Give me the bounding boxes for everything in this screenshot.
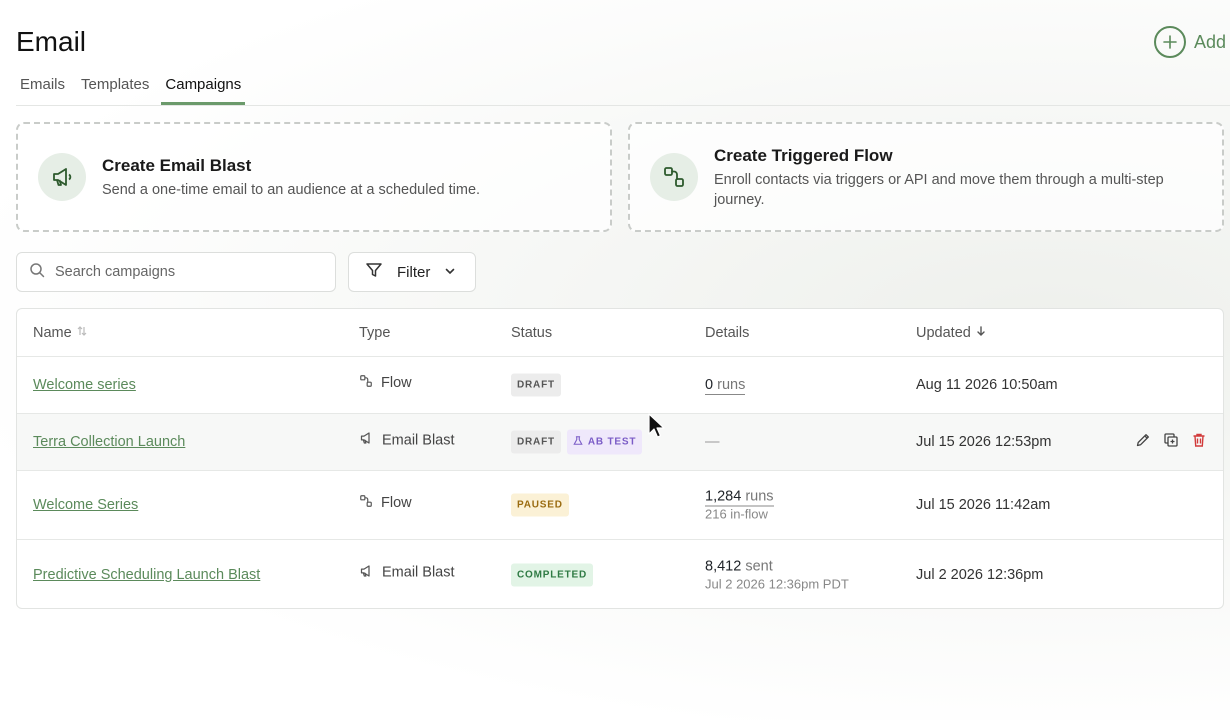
campaign-name-link[interactable]: Welcome Series [33, 497, 138, 513]
chevron-down-icon [444, 264, 456, 281]
tab-templates[interactable]: Templates [77, 76, 153, 105]
tab-emails[interactable]: Emails [16, 76, 69, 105]
add-button-label: Add [1194, 31, 1227, 52]
column-header-name[interactable]: Name [33, 309, 88, 357]
tab-campaigns[interactable]: Campaigns [161, 76, 246, 105]
add-button[interactable]: Add [1154, 26, 1226, 58]
search-box [16, 252, 336, 292]
search-input[interactable] [55, 264, 305, 280]
type-label: Email Blast [382, 432, 455, 448]
flow-icon [359, 374, 373, 392]
create-email-blast-card[interactable]: Create Email Blast Send a one-time email… [16, 122, 612, 232]
campaigns-table: Name Type Status Details Updated Welcome… [16, 308, 1224, 609]
megaphone-icon [359, 431, 374, 450]
table-row[interactable]: Welcome Series Flow PAUSED 1,284 runs 21… [17, 471, 1223, 540]
table-row[interactable]: Welcome series Flow DRAFT 0 runs Aug 11 … [17, 357, 1223, 414]
details-value: 1,284 runs 216 in-flow [705, 488, 774, 522]
campaign-name-link[interactable]: Terra Collection Launch [33, 434, 185, 450]
edit-icon[interactable] [1135, 432, 1151, 452]
megaphone-icon [38, 153, 86, 201]
page-title: Email [16, 26, 87, 57]
type-label: Flow [381, 495, 412, 511]
details-value: 0 runs [705, 377, 746, 395]
card-title: Create Triggered Flow [714, 146, 893, 165]
arrow-down-icon [975, 309, 987, 357]
campaign-name-link[interactable]: Predictive Scheduling Launch Blast [33, 567, 260, 583]
column-header-updated[interactable]: Updated [916, 309, 987, 357]
details-value: — [705, 434, 720, 450]
sort-icon [76, 309, 88, 357]
megaphone-icon [359, 563, 374, 582]
flow-icon [650, 153, 698, 201]
tab-bar: Emails Templates Campaigns [16, 76, 1230, 106]
updated-timestamp: Aug 11 2026 10:50am [916, 377, 1058, 393]
column-header-label: Name [33, 325, 72, 341]
ab-test-badge: AB TEST [566, 429, 643, 455]
column-header-status: Status [511, 325, 553, 341]
create-triggered-flow-card[interactable]: Create Triggered Flow Enroll contacts vi… [628, 122, 1224, 232]
card-title: Create Email Blast [102, 156, 252, 175]
type-label: Flow [381, 375, 412, 391]
table-row[interactable]: Terra Collection Launch Email Blast DRAF… [17, 414, 1223, 471]
details-subtext: 216 in-flow [705, 506, 768, 522]
details-subtext: Jul 2 2026 12:36pm PDT [705, 576, 849, 591]
details-value: 8,412 sent Jul 2 2026 12:36pm PDT [705, 558, 849, 591]
table-header: Name Type Status Details Updated [17, 309, 1223, 357]
filter-label: Filter [397, 263, 431, 281]
column-header-details: Details [705, 325, 750, 341]
status-badge: PAUSED [511, 493, 569, 517]
card-description: Enroll contacts via triggers or API and … [714, 172, 1164, 208]
updated-timestamp: Jul 15 2026 11:42am [916, 497, 1051, 513]
status-badge: COMPLETED [511, 563, 593, 586]
updated-timestamp: Jul 15 2026 12:53pm [916, 434, 1052, 450]
duplicate-icon[interactable] [1163, 432, 1179, 452]
trash-icon[interactable] [1191, 432, 1207, 452]
column-header-label: Updated [916, 325, 971, 341]
flow-icon [359, 494, 373, 512]
column-header-type: Type [359, 325, 391, 341]
flask-icon [573, 436, 583, 449]
search-icon [29, 262, 45, 283]
filter-button[interactable]: Filter [348, 252, 476, 292]
row-actions [1135, 432, 1207, 452]
card-description: Send a one-time email to an audience at … [102, 182, 481, 198]
filter-icon [365, 261, 383, 283]
table-row[interactable]: Predictive Scheduling Launch Blast Email… [17, 540, 1223, 608]
status-badge: DRAFT [511, 430, 561, 454]
updated-timestamp: Jul 2 2026 12:36pm [916, 566, 1044, 583]
type-label: Email Blast [382, 564, 455, 581]
mouse-cursor-icon [648, 413, 666, 444]
plus-icon [1154, 26, 1186, 58]
campaign-name-link[interactable]: Welcome series [33, 377, 136, 393]
status-badge: DRAFT [511, 373, 561, 397]
